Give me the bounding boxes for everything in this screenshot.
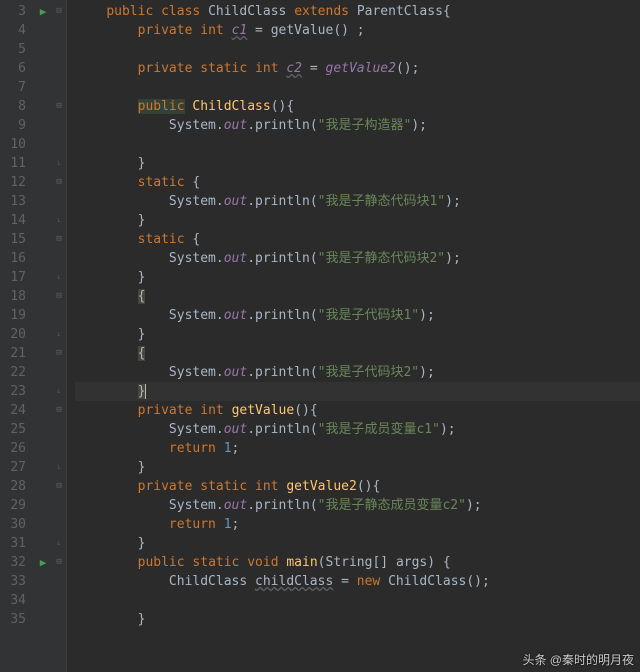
code-line[interactable] bbox=[75, 591, 640, 610]
line-number-gutter: 3456789101112131415161718192021222324252… bbox=[0, 0, 34, 672]
code-line[interactable]: } bbox=[75, 325, 640, 344]
code-line[interactable]: { bbox=[75, 287, 640, 306]
code-line[interactable]: private int getValue(){ bbox=[75, 401, 640, 420]
run-marker-column: ▶▶ bbox=[34, 0, 52, 672]
watermark-text: 头条 @秦时的明月夜 bbox=[522, 651, 634, 668]
code-line[interactable]: } bbox=[75, 458, 640, 477]
code-line[interactable]: System.out.println("我是子构造器"); bbox=[75, 116, 640, 135]
code-line[interactable] bbox=[75, 78, 640, 97]
code-line[interactable]: private int c1 = getValue() ; bbox=[75, 21, 640, 40]
code-line[interactable]: System.out.println("我是子代码块1"); bbox=[75, 306, 640, 325]
code-line[interactable]: private static int c2 = getValue2(); bbox=[75, 59, 640, 78]
code-line[interactable] bbox=[75, 40, 640, 59]
code-area[interactable]: public class ChildClass extends ParentCl… bbox=[67, 0, 640, 672]
code-line[interactable]: return 1; bbox=[75, 515, 640, 534]
code-line[interactable]: System.out.println("我是子静态代码块2"); bbox=[75, 249, 640, 268]
code-line[interactable]: } bbox=[75, 610, 640, 629]
code-line[interactable]: ChildClass childClass = new ChildClass()… bbox=[75, 572, 640, 591]
code-line[interactable]: private static int getValue2(){ bbox=[75, 477, 640, 496]
code-line[interactable]: static { bbox=[75, 173, 640, 192]
code-line[interactable]: } bbox=[75, 382, 640, 401]
code-line[interactable]: System.out.println("我是子静态代码块1"); bbox=[75, 192, 640, 211]
code-line[interactable]: return 1; bbox=[75, 439, 640, 458]
code-line[interactable]: System.out.println("我是子静态成员变量c2"); bbox=[75, 496, 640, 515]
code-line[interactable]: public ChildClass(){ bbox=[75, 97, 640, 116]
code-line[interactable]: static { bbox=[75, 230, 640, 249]
code-line[interactable]: } bbox=[75, 534, 640, 553]
code-line[interactable]: System.out.println("我是子代码块2"); bbox=[75, 363, 640, 382]
code-line[interactable]: } bbox=[75, 154, 640, 173]
code-line[interactable] bbox=[75, 135, 640, 154]
code-line[interactable]: public static void main(String[] args) { bbox=[75, 553, 640, 572]
code-line[interactable]: } bbox=[75, 211, 640, 230]
code-line[interactable]: System.out.println("我是子成员变量c1"); bbox=[75, 420, 640, 439]
fold-column: ⊟⊟˪⊟˪⊟˪⊟˪⊟˪⊟˪⊟˪⊟ bbox=[52, 0, 67, 672]
caret-icon bbox=[145, 384, 146, 399]
code-line[interactable]: public class ChildClass extends ParentCl… bbox=[75, 2, 640, 21]
code-editor[interactable]: 3456789101112131415161718192021222324252… bbox=[0, 0, 640, 672]
code-line[interactable]: { bbox=[75, 344, 640, 363]
code-line[interactable]: } bbox=[75, 268, 640, 287]
